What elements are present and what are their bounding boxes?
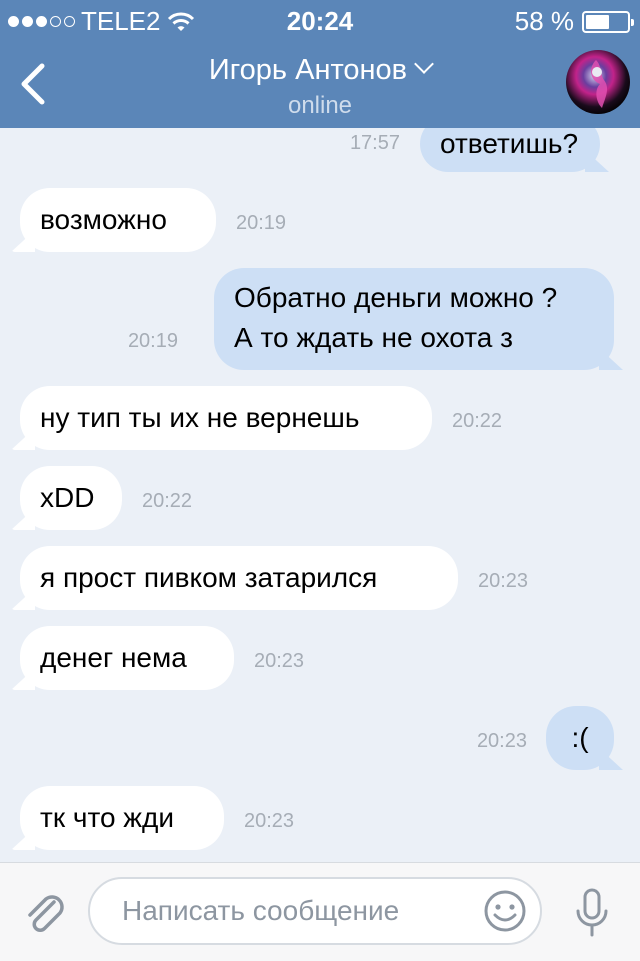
microphone-icon[interactable]	[574, 887, 610, 939]
message-text: тк что жди	[40, 802, 175, 833]
message-timestamp: 20:23	[478, 570, 529, 592]
status-bar: TELE2 20:24 58 %	[0, 0, 640, 40]
message-timestamp: 20:23	[254, 650, 305, 672]
message-text: А то ждать не охота з	[234, 322, 513, 353]
smiley-icon[interactable]	[482, 888, 528, 934]
incoming-message-bubble[interactable]: возможно	[20, 188, 216, 252]
battery-group: 58 %	[514, 6, 634, 37]
avatar[interactable]	[566, 50, 630, 114]
battery-percent: 58 %	[514, 6, 574, 36]
message-text: Обратно деньги можно ?	[234, 282, 558, 313]
battery-fill	[586, 14, 609, 29]
message-text: я прост пивком затарился	[40, 562, 378, 593]
contact-name: Игорь Антонов	[208, 54, 408, 86]
message-timestamp: 20:22	[142, 490, 193, 512]
message-timestamp: 20:22	[452, 410, 503, 432]
message-text: xDD	[40, 482, 95, 513]
outgoing-message-bubble[interactable]: Обратно деньги можно ? А то ждать не охот…	[214, 268, 614, 370]
contact-name-button[interactable]: Игорь Антонов	[0, 54, 640, 87]
message-timestamp: 20:19	[236, 212, 287, 234]
message-timestamp: 20:19	[127, 330, 178, 352]
presence-status: online	[287, 92, 353, 119]
message-text: ну тип ты их не вернешь	[40, 402, 360, 433]
outgoing-message-bubble[interactable]: ответишь?	[420, 128, 600, 172]
chevron-down-icon	[414, 54, 434, 74]
battery-icon	[582, 10, 634, 33]
outgoing-message-bubble[interactable]: :(	[546, 706, 614, 770]
message-timestamp: 20:23	[476, 730, 527, 752]
message-text: возможно	[40, 204, 167, 235]
incoming-message-bubble[interactable]: xDD	[20, 466, 122, 530]
paperclip-icon[interactable]	[22, 888, 66, 936]
avatar-image	[591, 60, 608, 108]
message-placeholder: Написать сообщение	[122, 895, 400, 926]
incoming-message-bubble[interactable]: я прост пивком затарился	[20, 546, 458, 610]
message-timestamp: 17:57	[349, 132, 400, 154]
message-composer: Написать сообщение	[0, 862, 640, 961]
message-text: денег нема	[40, 642, 187, 673]
message-text: :(	[571, 722, 589, 753]
incoming-message-bubble[interactable]: тк что жди	[20, 786, 224, 850]
message-input[interactable]: Написать сообщение	[88, 877, 542, 945]
incoming-message-bubble[interactable]: денег нема	[20, 626, 234, 690]
chat-header: Игорь Антонов online	[0, 40, 640, 128]
incoming-message-bubble[interactable]: ну тип ты их не вернешь	[20, 386, 432, 450]
message-list[interactable]: ответишь? 17:57 возможно 20:19 Обратно деньг…	[0, 128, 640, 862]
message-timestamp: 20:23	[244, 810, 295, 832]
message-text: ответишь?	[440, 128, 579, 159]
